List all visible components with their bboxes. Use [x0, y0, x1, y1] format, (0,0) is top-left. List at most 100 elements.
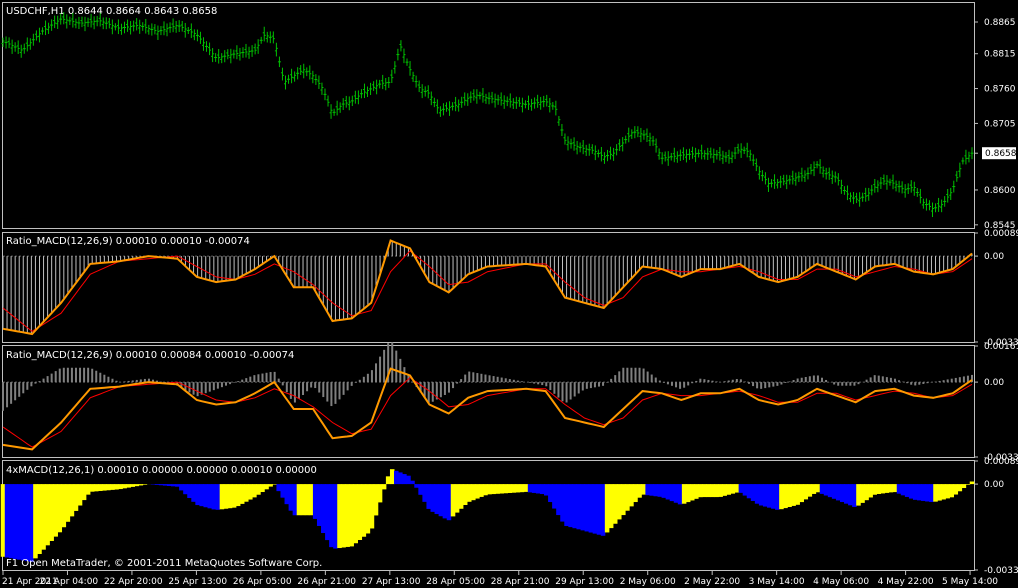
macd-bar	[783, 484, 788, 509]
macd-bar	[779, 484, 784, 510]
macd-bar	[965, 484, 971, 485]
macd-bar	[795, 484, 800, 505]
macd-bar	[742, 484, 748, 496]
macd-bar	[519, 484, 525, 493]
macd-bar	[243, 484, 249, 502]
macd-bar	[767, 484, 772, 508]
ratio-macd-pane-1[interactable]: Ratio_MACD(12,26,9) 0.00010 0.00010 -0.0…	[2, 229, 1018, 348]
ratio-macd-2-signal-line	[2, 376, 973, 448]
y-tick-label: 0.00	[984, 378, 1004, 388]
macd-bar	[600, 484, 606, 536]
macd-bar	[511, 484, 517, 493]
macd-bar	[195, 484, 200, 506]
macd-bar	[130, 484, 136, 487]
macd-bar	[235, 484, 241, 507]
macd-bar	[450, 484, 456, 517]
macd-bar	[503, 484, 509, 494]
macd-bar	[791, 484, 796, 506]
macd-bar	[304, 484, 310, 516]
macd-bar	[665, 484, 671, 500]
macd-bar	[187, 484, 192, 499]
macd-bar	[568, 484, 573, 528]
x-tick-label: 28 Apr 05:00	[426, 577, 485, 587]
macd-bar	[937, 484, 942, 501]
time-axis: 21 Apr 201122 Apr 04:00 22 Apr 20:00 25 Ap…	[2, 571, 998, 587]
macd-bar	[560, 484, 565, 522]
ratio-macd-pane-1-title: Ratio_MACD(12,26,9) 0.00010 0.00010 -0.0…	[6, 236, 250, 247]
macd-bar	[556, 484, 561, 516]
macd-bar	[65, 484, 71, 522]
macd-bar	[657, 484, 663, 497]
macd-bar	[333, 484, 338, 549]
macd-bar	[385, 476, 391, 485]
macd-bar	[677, 484, 683, 505]
macd-bar	[548, 484, 553, 503]
macd-bar	[515, 484, 521, 493]
macd-bar	[369, 484, 375, 529]
macd-bar	[649, 484, 654, 496]
ratio-macd-pane-2[interactable]: Ratio_MACD(12,26,9) 0.00010 0.00084 0.00…	[2, 342, 1018, 463]
ratio-macd-1-histogram	[2, 241, 973, 334]
macd-bar	[726, 484, 732, 495]
x-tick-label: 5 May 14:00	[942, 577, 998, 587]
macd-bar	[25, 484, 30, 562]
macd-bar	[264, 484, 269, 490]
macd-bar	[77, 484, 83, 506]
macd-bar	[85, 484, 91, 495]
x-tick-label: 25 Apr 13:00	[168, 577, 227, 587]
macd-bar	[852, 484, 857, 507]
macd-bar	[215, 484, 221, 510]
macd-bar	[110, 484, 115, 490]
macd-bar	[912, 484, 918, 500]
macd-bar	[787, 484, 792, 508]
price-pane[interactable]: USDCHF,H1 0.8644 0.8664 0.8643 0.8658 0.…	[1, 2, 1017, 231]
macd-bar	[268, 484, 273, 487]
y-tick-label: 0.8815	[984, 50, 1016, 60]
macd-bar	[394, 470, 399, 485]
4x-macd-pane[interactable]: 4xMACD(12,26,1) 0.00010 0.00000 0.00000 …	[0, 457, 1018, 576]
macd-bar	[637, 484, 642, 498]
macd-bar	[69, 484, 75, 517]
macd-bar	[272, 484, 277, 485]
macd-bar	[454, 484, 460, 513]
macd-bar	[325, 484, 330, 541]
macd-bar	[827, 484, 833, 498]
macd-bar	[410, 480, 415, 485]
macd-bar	[365, 484, 371, 534]
ratio-macd-1-main-line	[2, 239, 973, 336]
macd-bar	[29, 484, 34, 562]
ratio-macd-1-axis: 0.000890.00-0.00331	[974, 229, 1018, 348]
macd-bar	[499, 484, 504, 494]
macd-bar	[641, 484, 646, 495]
macd-bar	[458, 484, 464, 509]
macd-bar	[738, 484, 744, 493]
x-tick-label: 22 Apr 04:00	[39, 577, 98, 587]
macd-bar	[357, 484, 363, 540]
macd-bar	[16, 484, 22, 560]
x-tick-label: 26 Apr 21:00	[297, 577, 356, 587]
macd-bar	[345, 484, 350, 547]
macd-bar	[434, 484, 440, 515]
macd-bar	[762, 484, 768, 507]
macd-bar	[523, 484, 529, 492]
macd-bar	[175, 484, 180, 487]
macd-bar	[446, 484, 452, 521]
4x-macd-bars	[0, 469, 975, 562]
macd-bar	[191, 484, 196, 502]
macd-bar	[471, 484, 476, 501]
y-tick-label: -0.00331	[984, 566, 1018, 576]
macd-bar	[933, 484, 938, 502]
macd-bar	[616, 484, 622, 520]
y-tick-label: 0.8865	[984, 18, 1016, 28]
macd-bar	[831, 484, 837, 499]
macd-bar	[483, 484, 488, 496]
macd-bar	[754, 484, 760, 504]
macd-bar	[633, 484, 638, 503]
macd-bar	[888, 484, 894, 493]
macd-bar	[308, 484, 314, 516]
macd-bar	[604, 484, 610, 533]
macd-bar	[896, 484, 902, 494]
macd-bar	[815, 484, 821, 493]
macd-bar	[142, 484, 148, 485]
y-tick-label: 0.00161	[984, 342, 1018, 352]
